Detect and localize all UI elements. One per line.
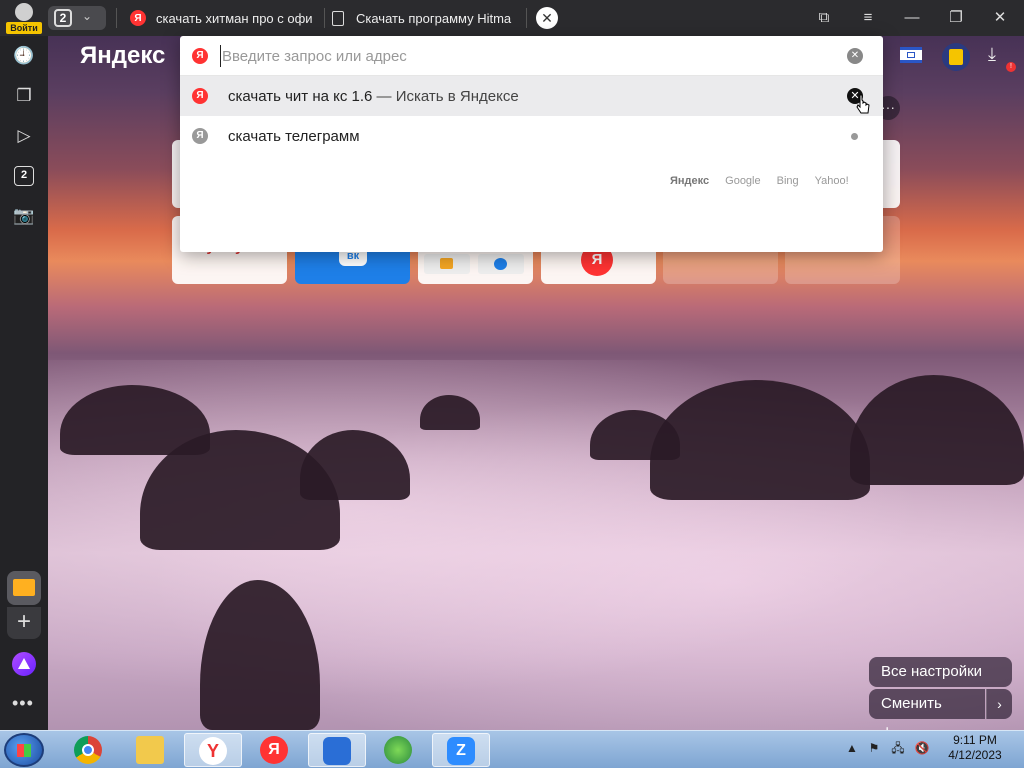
wallet-glyph xyxy=(949,49,963,65)
tab-groups-button[interactable]: 2 ⌄ xyxy=(48,6,106,30)
search-engine-switcher: Яндекс Google Bing Yahoo! xyxy=(670,175,849,187)
tab-title: скачать хитман про с офи xyxy=(156,10,313,26)
tab-divider xyxy=(324,8,325,28)
engine-yahoo[interactable]: Yahoo! xyxy=(815,175,849,187)
taskbar-downloader[interactable] xyxy=(370,733,428,767)
app-mini-icon xyxy=(494,258,507,270)
system-clock[interactable]: 9:11 PM 4/12/2023 xyxy=(940,733,1010,763)
history-icon[interactable]: 🕘 xyxy=(12,44,36,68)
next-background-arrow[interactable]: › xyxy=(986,689,1012,719)
yandex-browser-icon: Y xyxy=(199,737,227,765)
yandex-search-icon: Я xyxy=(192,48,208,64)
taskbar-yandex-browser[interactable]: Y xyxy=(184,733,242,767)
yandex-favicon-icon: Я xyxy=(130,10,146,26)
mail-mini-icon xyxy=(440,258,453,269)
language-flag-icon[interactable] xyxy=(900,47,922,63)
mini-tile xyxy=(424,254,470,274)
all-settings-button[interactable]: Все настройки xyxy=(869,657,1012,687)
shield-app-icon xyxy=(323,737,351,765)
suggestion-suffix: — Искать в Яндексе xyxy=(372,88,519,105)
clear-input-button[interactable]: ✕ xyxy=(847,48,863,64)
screenshot-camera-icon[interactable]: 📷 xyxy=(12,204,36,228)
clock-time: 9:11 PM xyxy=(953,733,997,747)
tab-divider xyxy=(526,8,527,28)
document-icon xyxy=(332,10,344,26)
mail-button[interactable] xyxy=(7,571,41,605)
suggestion-item[interactable]: Я скачать чит на кс 1.6 — Искать в Яндек… xyxy=(180,76,883,116)
yandex-logo[interactable]: Яндекс xyxy=(80,42,165,70)
download-manager-icon xyxy=(384,736,412,764)
zoom-icon: Z xyxy=(447,737,475,765)
volume-muted-icon[interactable]: 🔇 xyxy=(914,740,930,756)
close-tab-button[interactable]: ✕ xyxy=(536,7,558,29)
tab-count-badge: 2 xyxy=(54,9,72,27)
login-label: Войти xyxy=(6,22,42,34)
mouse-pointer-icon xyxy=(856,94,870,114)
menu-icon[interactable]: ≡ xyxy=(856,6,880,30)
wallet-icon[interactable] xyxy=(942,43,970,71)
taskbar-explorer[interactable] xyxy=(122,733,180,767)
omnibox-dropdown: Я ✕ Я скачать чит на кс 1.6 — Искать в Я… xyxy=(180,36,883,252)
yandex-icon: Я xyxy=(260,736,288,764)
tabs-count-icon[interactable]: 2 xyxy=(14,166,34,186)
engine-google[interactable]: Google xyxy=(725,175,760,187)
suggestion-query: скачать телеграмм xyxy=(228,128,360,145)
clock-date: 4/12/2023 xyxy=(948,748,1002,762)
yandex-history-icon: Я xyxy=(192,128,208,144)
tab-hitman-download[interactable]: Скачать программу Hitma xyxy=(332,4,518,32)
network-icon[interactable]: 🖧 xyxy=(890,740,906,756)
restore-icon[interactable]: ❐ xyxy=(944,6,968,30)
avatar-icon xyxy=(15,3,33,21)
login-button[interactable]: Войти xyxy=(6,3,42,34)
collections-icon[interactable]: ❐ xyxy=(12,84,36,108)
start-button[interactable] xyxy=(4,733,44,767)
bookmarks-icon[interactable]: ⧉ xyxy=(812,6,836,30)
folder-icon xyxy=(136,736,164,764)
left-sidebar: 🕘 ❐ ▷ 2 📷 + ••• xyxy=(0,36,48,730)
tray-expand-icon[interactable]: ▲ xyxy=(844,740,860,756)
flag-emblem xyxy=(907,52,915,58)
action-center-flag-icon[interactable]: ⚑ xyxy=(866,740,882,756)
tab-divider xyxy=(116,8,117,28)
engine-bing[interactable]: Bing xyxy=(777,175,799,187)
windows-logo-icon xyxy=(17,744,31,757)
download-icon[interactable]: ⤓ xyxy=(988,44,996,65)
address-bar: Я ✕ xyxy=(180,36,883,76)
address-input[interactable] xyxy=(220,45,820,67)
engine-yandex[interactable]: Яндекс xyxy=(670,175,709,187)
browser-titlebar: Войти 2 ⌄ Я скачать хитман про с офи Ска… xyxy=(0,0,1024,36)
add-panel-button[interactable]: + xyxy=(7,607,41,639)
suggestion-query: скачать чит на кс 1.6 xyxy=(228,88,373,105)
chevron-down-icon: ⌄ xyxy=(82,9,93,23)
close-window-icon[interactable]: ✕ xyxy=(988,6,1012,30)
tab-title: Скачать программу Hitma xyxy=(356,10,512,26)
suggestion-text: скачать чит на кс 1.6 — Искать в Яндексе xyxy=(228,88,519,105)
taskbar-zoom[interactable]: Z xyxy=(432,733,490,767)
yandex-suggest-icon: Я xyxy=(192,88,208,104)
tab-yandex-search[interactable]: Я скачать хитман про с офи xyxy=(130,4,318,32)
minimize-icon[interactable]: — xyxy=(900,6,924,30)
alice-assistant-icon[interactable] xyxy=(12,652,36,676)
taskbar-yandex[interactable]: Я xyxy=(246,733,304,767)
suggestion-item[interactable]: Я скачать телеграмм xyxy=(180,116,883,156)
alice-glyph xyxy=(18,658,30,669)
suggestion-text: скачать телеграмм xyxy=(228,128,360,145)
video-play-icon[interactable]: ▷ xyxy=(12,124,36,148)
taskbar-chrome[interactable] xyxy=(60,733,118,767)
mail-icon xyxy=(13,579,35,596)
history-dot-icon xyxy=(851,133,858,140)
download-badge: ! xyxy=(1006,62,1016,72)
change-background-button[interactable]: Сменить фон xyxy=(869,689,985,742)
taskbar-app[interactable] xyxy=(308,733,366,767)
more-icon[interactable]: ••• xyxy=(12,693,34,714)
chrome-icon xyxy=(74,736,102,764)
mini-tile xyxy=(478,254,524,274)
